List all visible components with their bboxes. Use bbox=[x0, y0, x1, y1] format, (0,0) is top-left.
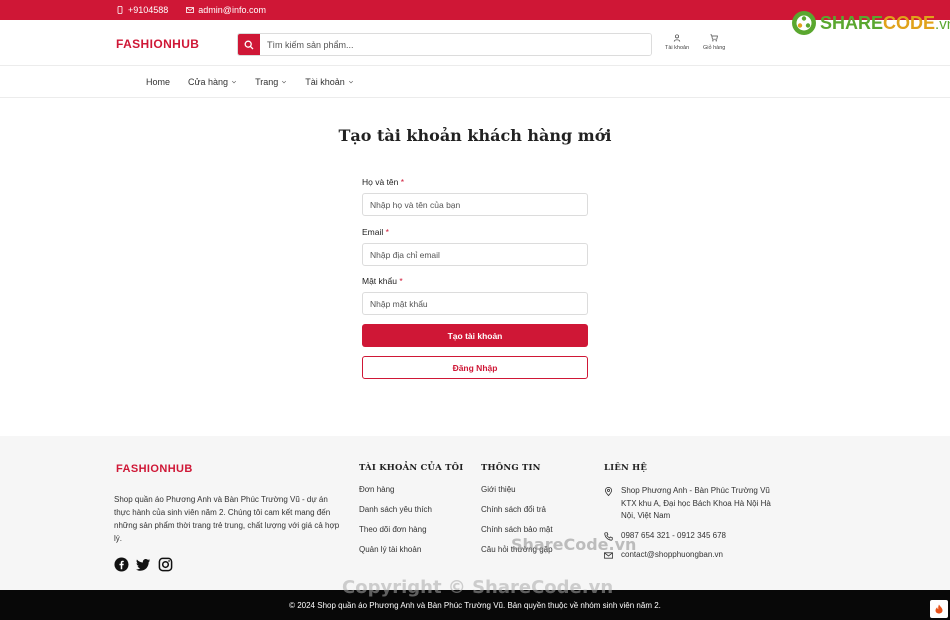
account-link[interactable]: Tài khoản bbox=[665, 34, 689, 51]
flame-icon bbox=[935, 604, 943, 614]
name-label: Họ và tên * bbox=[362, 177, 588, 187]
main-nav: Home Cửa hàng Trang Tài khoản bbox=[0, 66, 950, 98]
map-pin-icon bbox=[604, 487, 613, 496]
social-links bbox=[114, 557, 173, 572]
login-button[interactable]: Đăng Nhập bbox=[362, 356, 588, 379]
footer-link[interactable]: Chính sách đổi trả bbox=[481, 505, 553, 525]
footer-col-title: TÀI KHOẢN CỦA TÔI bbox=[359, 463, 464, 473]
email-label: Email * bbox=[362, 227, 588, 237]
cart-label: Giỏ hàng bbox=[703, 45, 726, 51]
required-mark: * bbox=[400, 177, 405, 187]
footer: FASHIONHUB Shop quần áo Phương Anh và Bà… bbox=[0, 436, 950, 590]
site-logo[interactable]: FASHIONHUB bbox=[116, 37, 199, 51]
footer-about: Shop quần áo Phương Anh và Bàn Phúc Trườ… bbox=[114, 495, 340, 543]
sharecode-logo-icon bbox=[792, 11, 816, 35]
search-button[interactable] bbox=[238, 34, 260, 55]
nav-item-label: Trang bbox=[255, 76, 279, 87]
contact-phone-text: 0987 654 321 - 0912 345 678 bbox=[621, 530, 726, 540]
password-field[interactable] bbox=[362, 292, 588, 315]
nav-item-home[interactable]: Home bbox=[146, 77, 170, 87]
footer-col-title: LIÊN HỆ bbox=[604, 463, 648, 473]
cart-icon bbox=[710, 34, 719, 42]
account-label: Tài khoản bbox=[665, 45, 690, 51]
footer-col-title: THÔNG TIN bbox=[481, 463, 541, 473]
required-mark: * bbox=[385, 227, 389, 237]
page-title: Tạo tài khoản khách hàng mới bbox=[338, 126, 612, 145]
watermark-bottom: Copyright © ShareCode.vn bbox=[342, 577, 614, 598]
nav-item-pages[interactable]: Trang bbox=[255, 77, 287, 87]
copyright-text: © 2024 Shop quần áo Phương Anh và Bàn Ph… bbox=[289, 600, 661, 610]
footer-col-account: TÀI KHOẢN CỦA TÔI Đơn hàng Danh sách yêu… bbox=[359, 463, 463, 565]
password-label: Mật khẩu * bbox=[362, 276, 588, 286]
watermark-center: ShareCode.vn bbox=[511, 535, 637, 554]
mail-icon bbox=[186, 7, 195, 13]
nav-item-shop[interactable]: Cửa hàng bbox=[188, 77, 237, 87]
logo-share: SHARE bbox=[820, 12, 884, 33]
footer-link[interactable]: Quản lý tài khoản bbox=[359, 545, 463, 565]
footer-link[interactable]: Giới thiệu bbox=[481, 485, 553, 505]
register-section: Tạo tài khoản khách hàng mới Họ và tên *… bbox=[0, 98, 950, 436]
instagram-icon[interactable] bbox=[158, 557, 173, 572]
logo-domain: .vn bbox=[935, 15, 950, 33]
email-field[interactable] bbox=[362, 243, 588, 266]
topbar-email-text: admin@info.com bbox=[198, 5, 266, 15]
phone-icon bbox=[117, 6, 123, 14]
footer-link[interactable]: Đơn hàng bbox=[359, 485, 463, 505]
login-group: Đăng Nhập bbox=[362, 356, 588, 379]
user-icon bbox=[673, 34, 681, 42]
topbar-phone-text: +9104588 bbox=[128, 5, 169, 15]
contact-address-text: Shop Phương Anh - Bàn Phúc Trường Vũ KTX… bbox=[621, 486, 771, 520]
sharecode-logo-text: SHARECODE.vn bbox=[820, 13, 950, 34]
name-label-text: Họ và tên bbox=[362, 177, 399, 187]
sharecode-logo: SHARECODE.vn bbox=[791, 10, 950, 36]
footer-link[interactable]: Danh sách yêu thích bbox=[359, 505, 463, 525]
create-account-button[interactable]: Tạo tài khoản bbox=[362, 324, 588, 347]
twitter-icon[interactable] bbox=[136, 557, 151, 572]
footer-logo[interactable]: FASHIONHUB bbox=[116, 463, 193, 475]
nav-item-label: Cửa hàng bbox=[188, 76, 229, 87]
floating-action-button[interactable] bbox=[930, 600, 948, 618]
name-field[interactable] bbox=[362, 193, 588, 216]
chevron-down-icon bbox=[232, 80, 237, 83]
submit-group: Tạo tài khoản bbox=[362, 324, 588, 347]
search-bar bbox=[237, 33, 652, 56]
search-input[interactable] bbox=[260, 34, 651, 55]
password-group: Mật khẩu * bbox=[362, 276, 588, 315]
contact-address: Shop Phương Anh - Bàn Phúc Trường Vũ KTX… bbox=[604, 485, 784, 523]
topbar-phone[interactable]: +9104588 bbox=[116, 5, 168, 15]
cart-link[interactable]: Giỏ hàng bbox=[703, 34, 725, 51]
name-group: Họ và tên * bbox=[362, 177, 588, 216]
password-label-text: Mật khẩu bbox=[362, 276, 397, 286]
topbar-email[interactable]: admin@info.com bbox=[186, 5, 266, 15]
search-icon bbox=[244, 40, 254, 49]
chevron-down-icon bbox=[348, 80, 353, 83]
footer-link[interactable]: Theo dõi đơn hàng bbox=[359, 525, 463, 545]
logo-code: CODE bbox=[883, 12, 936, 33]
facebook-icon[interactable] bbox=[114, 557, 129, 572]
nav-item-label: Home bbox=[146, 76, 171, 87]
required-mark: * bbox=[399, 276, 403, 286]
email-group: Email * bbox=[362, 227, 588, 266]
chevron-down-icon bbox=[282, 80, 287, 83]
nav-item-label: Tài khoản bbox=[305, 76, 345, 87]
email-label-text: Email bbox=[362, 227, 384, 237]
nav-item-account[interactable]: Tài khoản bbox=[305, 77, 354, 87]
